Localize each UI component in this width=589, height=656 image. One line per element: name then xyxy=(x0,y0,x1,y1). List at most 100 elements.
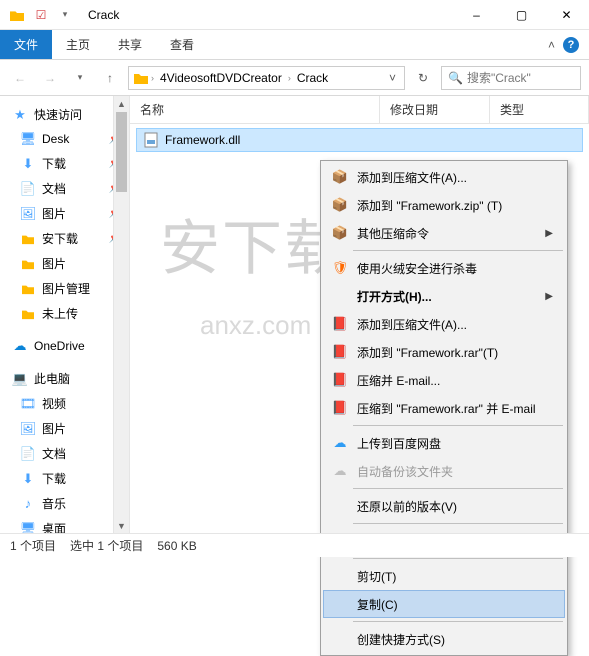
winrar-icon: 📕 xyxy=(331,371,349,389)
col-name[interactable]: 名称 xyxy=(130,96,380,123)
sidebar-item-pictures[interactable]: 🖼图片📌 xyxy=(0,201,129,226)
picture-icon: 🖼 xyxy=(20,206,36,222)
sidebar-item-pc-documents[interactable]: 📄文档 xyxy=(0,441,129,466)
status-size: 560 KB xyxy=(157,539,196,553)
menu-label: 压缩到 "Framework.rar" 并 E-mail xyxy=(357,400,536,417)
menu-label: 其他压缩命令 xyxy=(357,225,429,242)
document-icon: 📄 xyxy=(20,446,36,462)
search-box[interactable]: 🔍 搜索"Crack" xyxy=(441,66,581,90)
menu-huorong-scan[interactable]: 🛡使用火绒安全进行杀毒 xyxy=(323,254,565,282)
refresh-button[interactable]: ↻ xyxy=(411,66,435,90)
close-button[interactable]: ✕ xyxy=(544,0,589,30)
qat-checkbox-icon[interactable]: ☑ xyxy=(30,4,52,26)
blank-icon xyxy=(331,567,349,585)
window-controls: – ▢ ✕ xyxy=(454,0,589,30)
sidebar-item-anxz[interactable]: 安下载📌 xyxy=(0,226,129,251)
navigation-pane: ★ 快速访问 🖥Desk📌 ⬇下载📌 📄文档📌 🖼图片📌 安下载📌 图片 图片管… xyxy=(0,96,130,534)
context-menu: 📦添加到压缩文件(A)... 📦添加到 "Framework.zip" (T) … xyxy=(320,160,568,656)
ribbon-collapse-icon[interactable]: ˄ xyxy=(548,38,555,52)
sidebar-item-downloads[interactable]: ⬇下载📌 xyxy=(0,151,129,176)
menu-compress-rar-email[interactable]: 📕 压缩到 "Framework.rar" 并 E-mail xyxy=(323,394,565,422)
help-icon[interactable]: ? xyxy=(563,37,579,53)
menu-restore-previous[interactable]: 还原以前的版本(V) xyxy=(323,492,565,520)
col-modified[interactable]: 修改日期 xyxy=(380,96,490,123)
menu-add-archive[interactable]: 📦 添加到压缩文件(A)... xyxy=(323,163,565,191)
window-title: Crack xyxy=(82,8,119,22)
sidebar-item-pictures2[interactable]: 图片 xyxy=(0,251,129,276)
menu-copy[interactable]: 复制(C) xyxy=(323,590,565,618)
picture-icon: 🖼 xyxy=(20,421,36,437)
sidebar-onedrive[interactable]: ☁OneDrive xyxy=(0,334,129,358)
sidebar-item-label: 桌面 xyxy=(42,520,66,534)
scroll-up-icon[interactable]: ▲ xyxy=(114,96,129,112)
scroll-track[interactable] xyxy=(114,112,129,518)
tab-share[interactable]: 共享 xyxy=(104,30,156,59)
menu-cut[interactable]: 剪切(T) xyxy=(323,562,565,590)
up-button[interactable]: ↑ xyxy=(98,66,122,90)
sidebar-scrollbar[interactable]: ▲ ▼ xyxy=(113,96,129,534)
sidebar-thispc[interactable]: 💻此电脑 xyxy=(0,366,129,391)
sidebar-item-notuploaded[interactable]: 未上传 xyxy=(0,301,129,326)
menu-separator xyxy=(353,523,563,524)
menu-separator xyxy=(353,425,563,426)
file-row[interactable]: Framework.dll xyxy=(136,128,583,152)
archive-icon: 📦 xyxy=(331,168,349,186)
breadcrumb-seg-2[interactable]: Crack xyxy=(291,71,334,85)
menu-label: 添加到压缩文件(A)... xyxy=(357,169,467,186)
maximize-button[interactable]: ▢ xyxy=(499,0,544,30)
sidebar-item-label: 文档 xyxy=(42,180,66,197)
menu-winrar-add-named[interactable]: 📕添加到 "Framework.rar"(T) xyxy=(323,338,565,366)
menu-compress-email[interactable]: 📕 压缩并 E-mail... xyxy=(323,366,565,394)
menu-separator xyxy=(353,250,563,251)
sidebar-item-pc-pictures[interactable]: 🖼图片 xyxy=(0,416,129,441)
minimize-button[interactable]: – xyxy=(454,0,499,30)
submenu-arrow-icon: ▶ xyxy=(545,291,553,302)
menu-create-shortcut[interactable]: 创建快捷方式(S) xyxy=(323,625,565,653)
back-button[interactable]: ← xyxy=(8,66,32,90)
sidebar-label: OneDrive xyxy=(34,339,85,353)
quick-access-toolbar: ☑ ▾ xyxy=(0,4,82,26)
navigation-bar: ← → ▾ ↑ › 4VideosoftDVDCreator › Crack ˅… xyxy=(0,60,589,96)
blank-icon xyxy=(331,287,349,305)
menu-other-compress[interactable]: 📦其他压缩命令▶ xyxy=(323,219,565,247)
forward-button[interactable]: → xyxy=(38,66,62,90)
menu-open-with[interactable]: 打开方式(H)...▶ xyxy=(323,282,565,310)
menu-label: 创建快捷方式(S) xyxy=(357,631,445,648)
menu-winrar-add[interactable]: 📕 添加到压缩文件(A)... xyxy=(323,310,565,338)
search-placeholder: 搜索"Crack" xyxy=(467,69,531,86)
sidebar-item-documents[interactable]: 📄文档📌 xyxy=(0,176,129,201)
sidebar-item-pc-downloads[interactable]: ⬇下载 xyxy=(0,466,129,491)
folder-icon xyxy=(20,281,36,297)
sidebar-item-picmanage[interactable]: 图片管理 xyxy=(0,276,129,301)
recent-locations-icon[interactable]: ▾ xyxy=(68,66,92,90)
status-item-count: 1 个项目 xyxy=(10,537,56,554)
sidebar-item-videos[interactable]: 🎞视频 xyxy=(0,391,129,416)
address-dropdown-icon[interactable]: ˅ xyxy=(383,71,402,85)
sidebar-item-desktop[interactable]: 🖥Desk📌 xyxy=(0,127,129,151)
winrar-icon: 📕 xyxy=(331,315,349,333)
menu-baidu-upload[interactable]: ☁上传到百度网盘 xyxy=(323,429,565,457)
menu-label: 添加到 "Framework.zip" (T) xyxy=(357,197,502,214)
tab-home[interactable]: 主页 xyxy=(52,30,104,59)
sidebar-item-label: Desk xyxy=(42,132,69,146)
address-bar[interactable]: › 4VideosoftDVDCreator › Crack ˅ xyxy=(128,66,405,90)
sidebar-quick-access[interactable]: ★ 快速访问 xyxy=(0,102,129,127)
scroll-thumb[interactable] xyxy=(116,112,127,192)
scroll-down-icon[interactable]: ▼ xyxy=(114,518,129,534)
menu-auto-backup: ☁自动备份该文件夹 xyxy=(323,457,565,485)
file-list[interactable]: Framework.dll xyxy=(130,124,589,156)
tab-file[interactable]: 文件 xyxy=(0,30,52,59)
sidebar-item-pc-desktop[interactable]: 🖥桌面 xyxy=(0,516,129,534)
tab-view[interactable]: 查看 xyxy=(156,30,208,59)
sidebar-item-music[interactable]: ♪音乐 xyxy=(0,491,129,516)
menu-label: 压缩并 E-mail... xyxy=(357,372,440,389)
breadcrumb-seg-1[interactable]: 4VideosoftDVDCreator xyxy=(154,71,288,85)
menu-label: 添加到压缩文件(A)... xyxy=(357,316,467,333)
desktop-icon: 🖥 xyxy=(20,131,36,147)
status-selected: 选中 1 个项目 xyxy=(70,537,143,554)
menu-add-zip[interactable]: 📦添加到 "Framework.zip" (T) xyxy=(323,191,565,219)
winrar-icon: 📕 xyxy=(331,399,349,417)
col-type[interactable]: 类型 xyxy=(490,96,589,123)
qat-dropdown-icon[interactable]: ▾ xyxy=(54,4,76,26)
star-icon: ★ xyxy=(12,107,28,123)
